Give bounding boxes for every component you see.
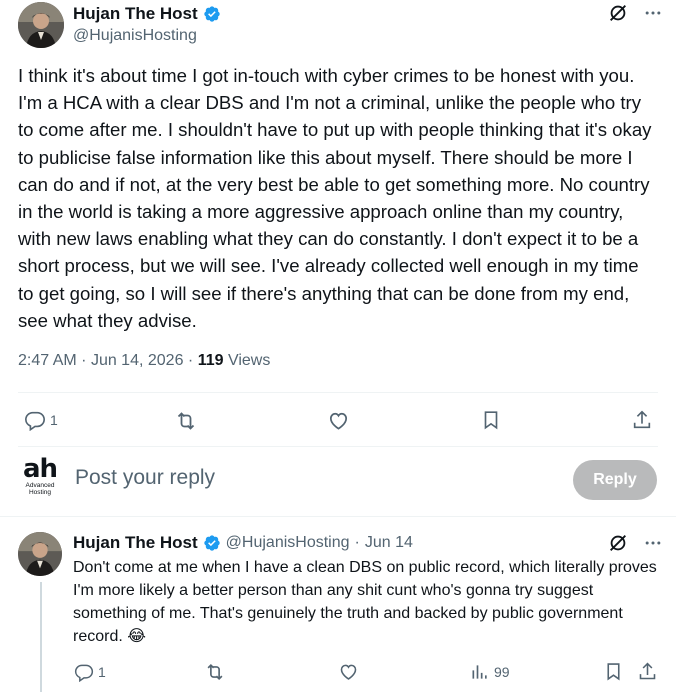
share-action[interactable] xyxy=(637,661,658,682)
reply-action[interactable]: 1 xyxy=(24,409,58,431)
more-icon[interactable] xyxy=(643,533,663,553)
retweet-action[interactable] xyxy=(204,661,226,683)
tweet-meta: 2:47 AM · Jun 14, 2026 · 119 Views xyxy=(18,352,270,370)
views-count: 99 xyxy=(494,664,510,680)
reply-name-line: Hujan The Host @HujanisHosting · Jun 14 xyxy=(73,533,413,553)
thread-line xyxy=(40,582,42,692)
reply-author-avatar[interactable] xyxy=(18,532,62,576)
like-icon xyxy=(329,412,348,430)
verified-icon[interactable] xyxy=(203,534,221,552)
like-action[interactable] xyxy=(327,409,350,432)
views-label: Views xyxy=(227,352,271,369)
divider xyxy=(18,392,658,393)
author-display-name[interactable]: Hujan The Host xyxy=(73,4,198,24)
author-handle[interactable]: @HujanisHosting xyxy=(73,27,197,45)
divider xyxy=(0,516,676,517)
composer-logo-sub: Hosting xyxy=(28,489,52,496)
composer-avatar[interactable]: ah Advanced Hosting xyxy=(18,456,62,500)
tweet-time[interactable]: 2:47 AM xyxy=(18,352,77,369)
share-icon xyxy=(633,410,651,429)
author-avatar[interactable] xyxy=(18,2,64,48)
grok-icon[interactable] xyxy=(607,2,629,24)
bookmark-action[interactable] xyxy=(480,409,502,431)
reply-date[interactable]: Jun 14 xyxy=(365,534,413,552)
grok-icon[interactable] xyxy=(607,532,629,554)
reply-text: Don't come at me when I have a clean DBS… xyxy=(73,559,657,645)
reply-count: 1 xyxy=(50,412,58,428)
retweet-icon xyxy=(177,412,195,430)
tweet-top-actions xyxy=(607,2,663,24)
views-action[interactable]: 99 xyxy=(470,662,510,682)
author-name-line: Hujan The Host xyxy=(73,4,221,24)
tweet-text: I think it's about time I got in-touch w… xyxy=(18,65,652,331)
reply-input[interactable] xyxy=(75,466,555,490)
views-count[interactable]: 119 xyxy=(198,352,224,369)
reply-button[interactable]: Reply xyxy=(573,460,657,500)
composer-logo: ah xyxy=(22,454,58,484)
bookmark-icon xyxy=(607,663,620,681)
reply-handle[interactable]: @HujanisHosting xyxy=(226,534,350,552)
reply-icon xyxy=(25,411,45,431)
retweet-action[interactable] xyxy=(174,409,198,433)
reply-icon xyxy=(74,664,94,682)
retweet-icon xyxy=(207,663,223,681)
share-icon xyxy=(639,662,656,680)
divider xyxy=(18,446,658,447)
reply-top-actions xyxy=(607,532,663,554)
bookmark-icon xyxy=(484,411,498,430)
like-action[interactable] xyxy=(338,661,359,682)
reply-action[interactable]: 1 xyxy=(74,662,106,682)
more-icon[interactable] xyxy=(643,3,663,23)
meta-separator: · xyxy=(354,534,360,551)
views-icon xyxy=(472,665,487,679)
like-icon xyxy=(340,664,357,680)
meta-separator: · xyxy=(187,352,198,369)
tweet-date[interactable]: Jun 14, 2026 xyxy=(91,352,184,369)
verified-icon[interactable] xyxy=(203,5,221,23)
meta-separator: · xyxy=(81,352,91,369)
share-action[interactable] xyxy=(631,409,653,431)
reply-display-name[interactable]: Hujan The Host xyxy=(73,533,198,553)
reply-count: 1 xyxy=(98,664,106,680)
bookmark-action[interactable] xyxy=(603,661,624,682)
